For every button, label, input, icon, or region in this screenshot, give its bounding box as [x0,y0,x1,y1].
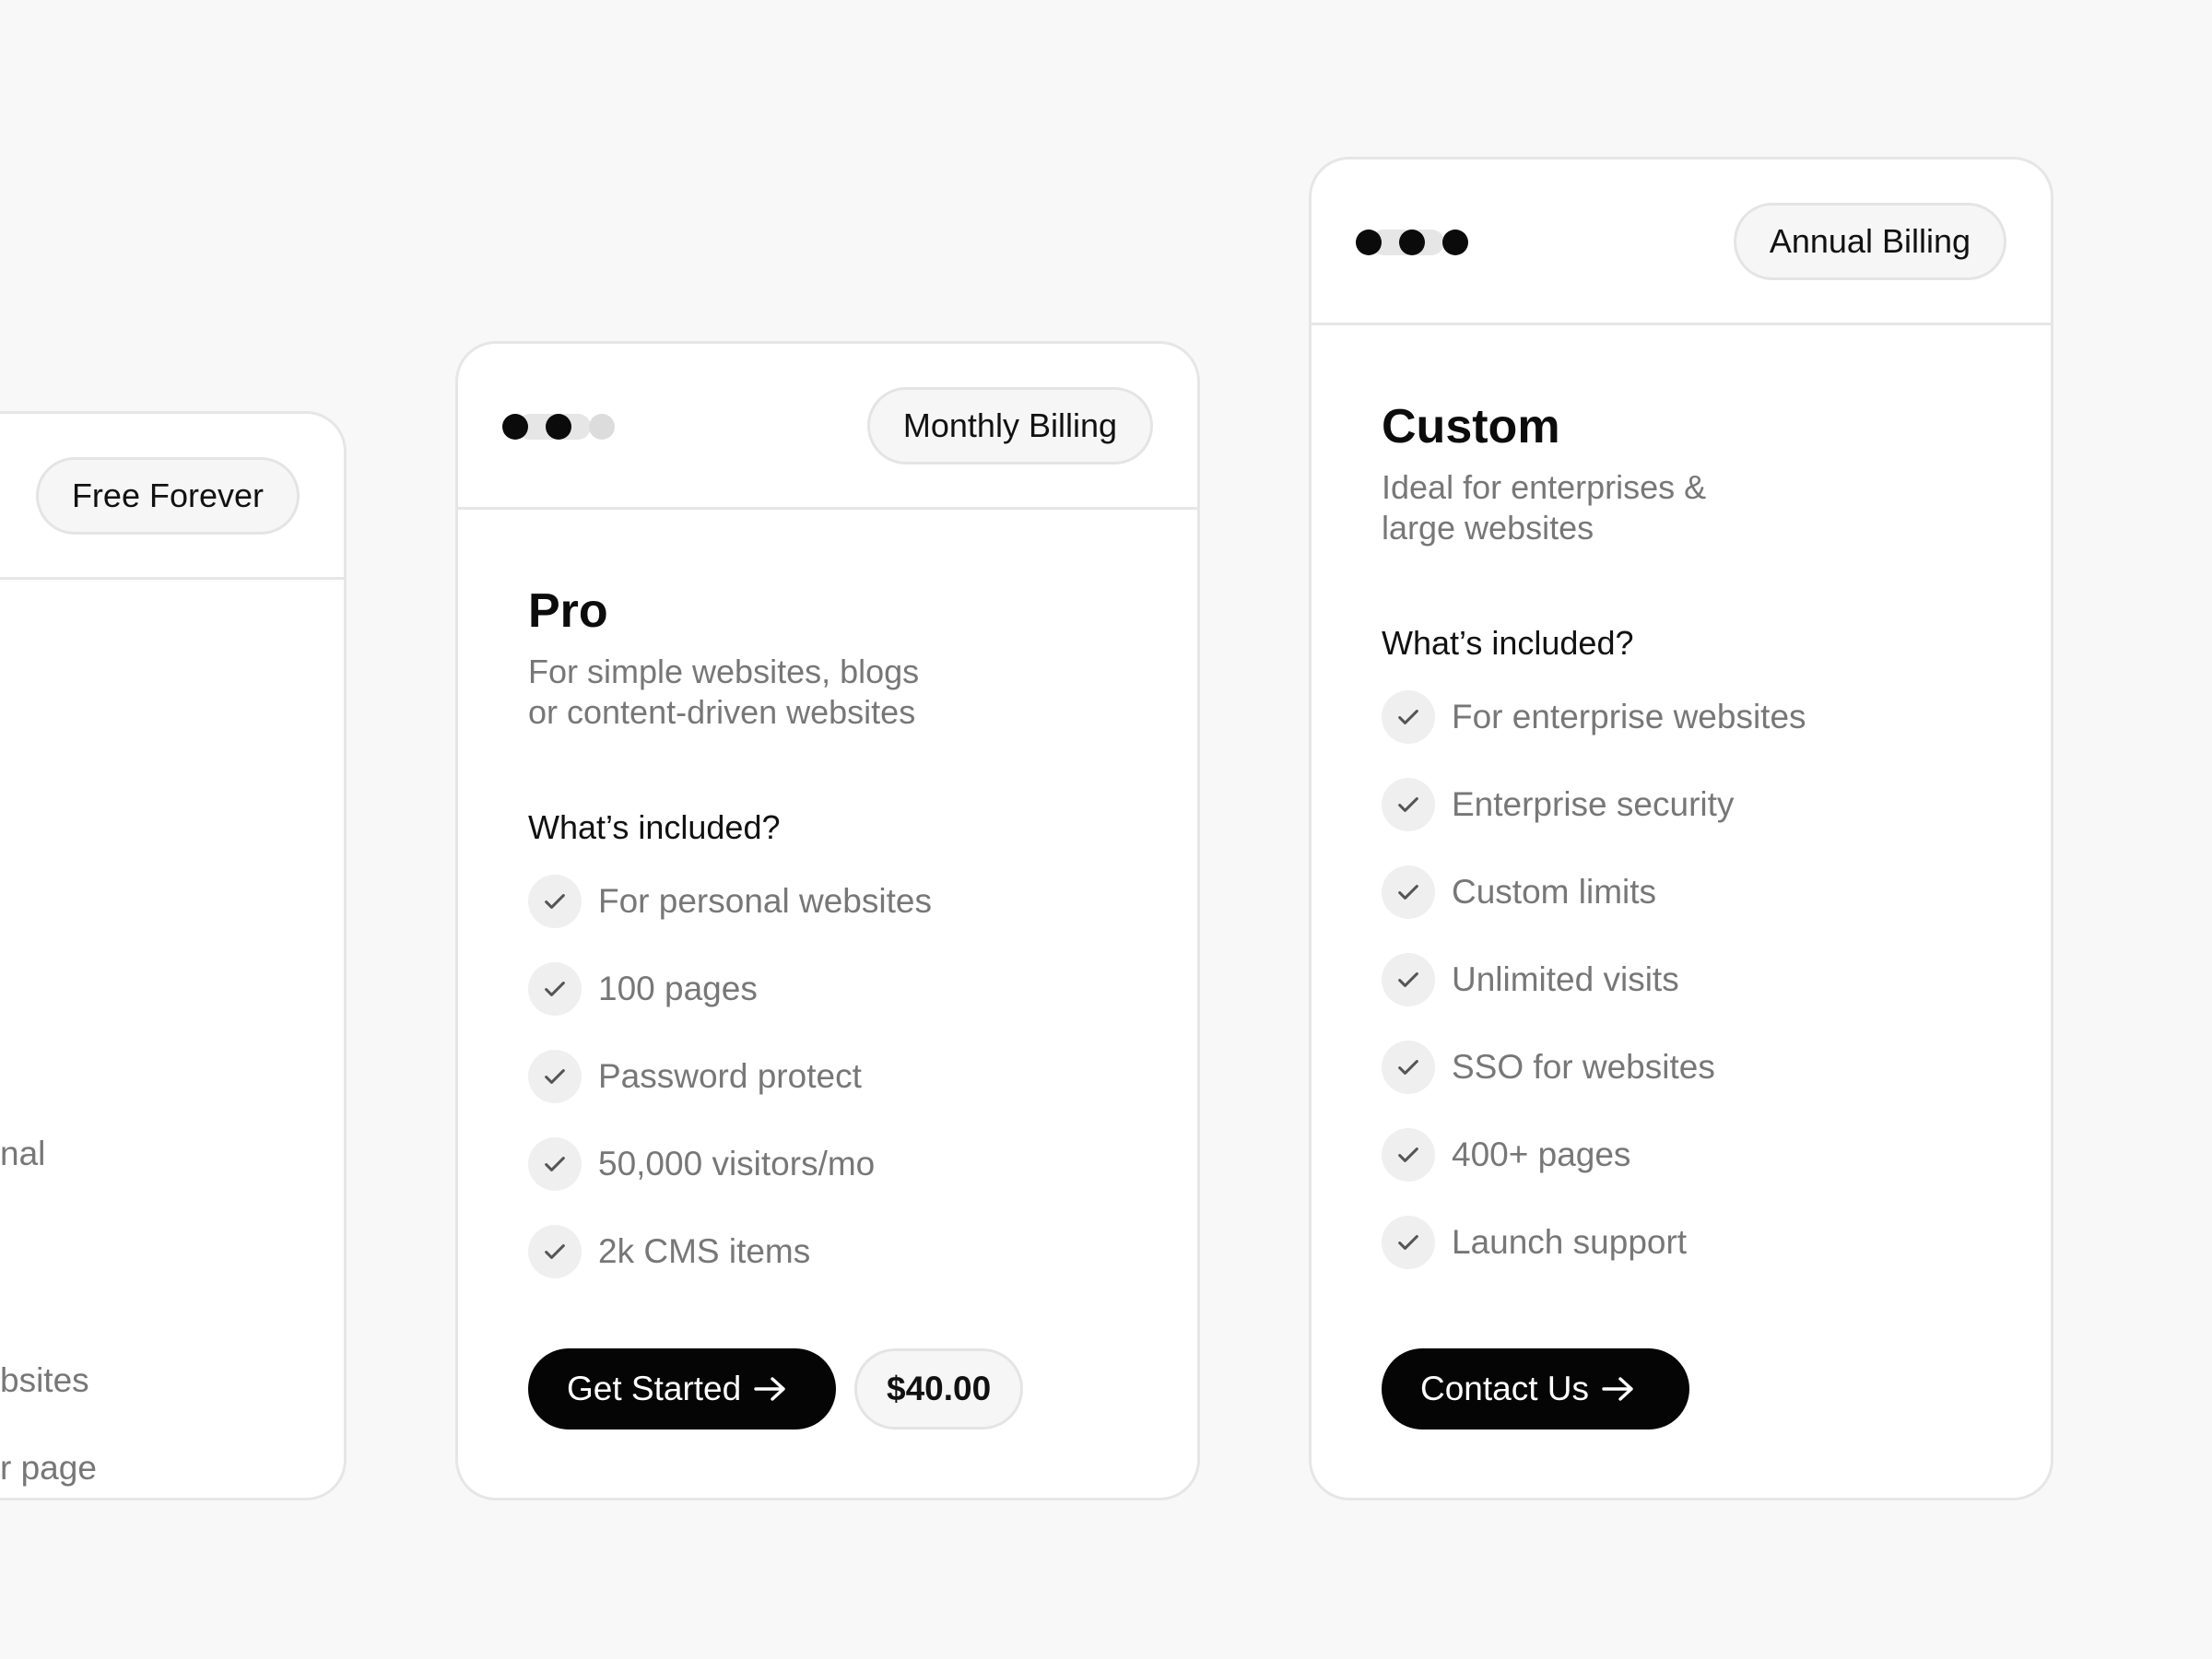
check-icon [1382,865,1435,919]
billing-badge[interactable]: Monthly Billing [866,387,1153,465]
plan-description-line: For simple websites, blogs [528,653,920,690]
feature-list: For personal websites 100 pages Password… [528,857,932,1295]
contact-us-label: Contact Us [1420,1370,1590,1407]
check-icon [1382,1215,1435,1269]
partial-feature-text: bsites [0,1361,89,1399]
arrow-right-icon [754,1375,787,1403]
feature-list: For enterprise websites Enterprise secur… [1382,673,1806,1286]
feature-label: 100 pages [598,969,758,1007]
included-heading: What’s included? [1382,624,1634,662]
feature-label: Password protect [598,1056,862,1095]
list-item: Launch support [1382,1198,1806,1286]
card-header: Monthly Billing [458,344,1197,510]
window-dots-icon [1356,229,1486,255]
partial-feature-text: r page [0,1449,97,1487]
feature-label: For personal websites [598,881,932,920]
check-icon [528,874,582,928]
free-plan-card: Free Forever nal bsites r page omain [0,411,347,1500]
plan-description-line: Ideal for enterprises & [1382,468,1707,506]
pro-plan-card: Monthly Billing Pro For simple websites,… [455,341,1200,1500]
feature-label: Unlimited visits [1452,959,1679,998]
get-started-label: Get Started [567,1370,742,1407]
billing-badge-label: Free Forever [71,477,264,514]
check-icon [528,1049,582,1103]
feature-label: Enterprise security [1452,784,1735,823]
list-item: Enterprise security [1382,760,1806,848]
feature-label: 50,000 visitors/mo [598,1144,876,1182]
billing-badge[interactable]: Annual Billing [1733,203,2006,280]
included-heading: What’s included? [528,808,781,846]
plan-description: Ideal for enterprises & large websites [1382,467,1898,548]
check-icon [1382,1040,1435,1094]
feature-label: SSO for websites [1452,1047,1715,1086]
plan-description-line: or content-driven websites [528,693,916,731]
plan-title: Custom [1382,400,1560,453]
contact-us-button[interactable]: Contact Us [1382,1348,1689,1430]
list-item: Unlimited visits [1382,935,1806,1023]
check-icon [528,1224,582,1278]
list-item: 50,000 visitors/mo [528,1120,932,1207]
billing-badge-label: Monthly Billing [902,406,1117,444]
feature-label: 400+ pages [1452,1135,1631,1173]
check-icon [528,1136,582,1191]
price-badge: $40.00 [854,1348,1024,1430]
feature-label: Custom limits [1452,872,1657,911]
check-icon [528,961,582,1016]
arrow-right-icon [1602,1375,1635,1403]
custom-plan-card: Annual Billing Custom Ideal for enterpri… [1309,157,2053,1500]
plan-description: For simple websites, blogs or content-dr… [528,652,1044,733]
billing-badge-label: Annual Billing [1769,222,1971,260]
check-icon [1382,777,1435,831]
price-value: $40.00 [887,1370,992,1407]
list-item: Password protect [528,1032,932,1120]
list-item: Custom limits [1382,848,1806,935]
feature-label: 2k CMS items [598,1231,811,1270]
list-item: 100 pages [528,945,932,1032]
feature-label: Launch support [1452,1222,1688,1261]
plan-description-line: large websites [1382,509,1594,547]
list-item: For enterprise websites [1382,673,1806,760]
list-item: 2k CMS items [528,1207,932,1295]
feature-label: For enterprise websites [1452,697,1806,735]
card-header: Annual Billing [1312,159,2051,325]
list-item: For personal websites [528,857,932,945]
plan-title: Pro [528,584,608,638]
window-dots-icon [502,414,632,440]
partial-feature-text: nal [0,1135,46,1172]
card-header: Free Forever [0,414,344,580]
list-item: 400+ pages [1382,1111,1806,1198]
list-item: SSO for websites [1382,1023,1806,1111]
check-icon [1382,952,1435,1006]
billing-badge[interactable]: Free Forever [35,457,300,535]
check-icon [1382,1127,1435,1182]
check-icon [1382,689,1435,744]
get-started-button[interactable]: Get Started [528,1348,836,1430]
